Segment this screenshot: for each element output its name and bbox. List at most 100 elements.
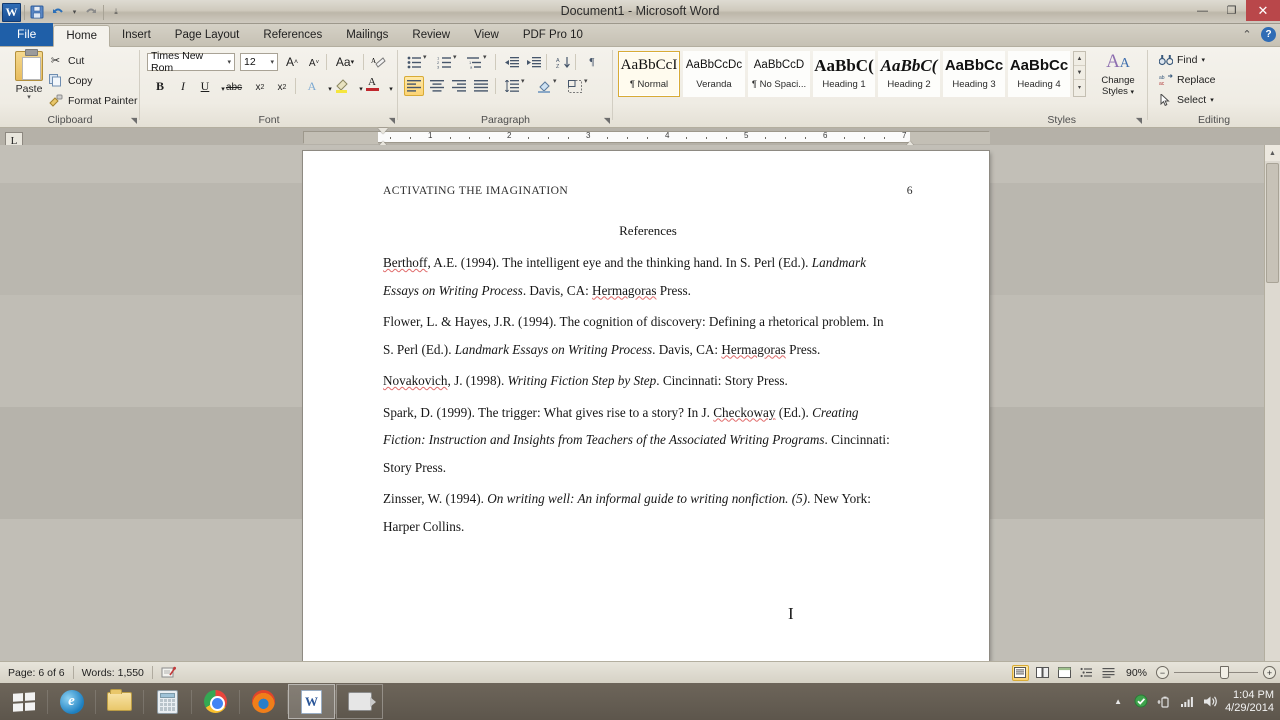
clear-formatting-icon[interactable]: A: [368, 52, 388, 72]
italic-icon[interactable]: I: [173, 76, 193, 96]
sort-icon[interactable]: AZ: [553, 52, 573, 72]
highlight-color-icon[interactable]: [332, 76, 352, 96]
proofing-errors-icon[interactable]: [153, 664, 185, 682]
document-body[interactable]: ACTIVATING THE IMAGINATION 6 References …: [383, 184, 913, 534]
zoom-in-button[interactable]: +: [1263, 666, 1276, 679]
collapse-ribbon-icon[interactable]: ⌃: [1239, 26, 1255, 42]
line-spacing-icon[interactable]: [502, 76, 522, 96]
decrease-indent-icon[interactable]: [502, 52, 522, 72]
style-veranda[interactable]: AaBbCcDc Veranda: [683, 51, 745, 97]
taskbar-mozilla-firefox[interactable]: [240, 684, 287, 719]
draft-view-button[interactable]: [1100, 665, 1117, 681]
paragraph-dialog-launcher[interactable]: ◥: [604, 116, 610, 125]
taskbar-calculator[interactable]: [144, 684, 191, 719]
style-normal[interactable]: AaBbCcI ¶ Normal: [618, 51, 680, 97]
paste-button[interactable]: Paste ▾: [8, 49, 50, 101]
find-button[interactable]: Find ▾: [1158, 52, 1205, 67]
zoom-slider-thumb[interactable]: [1220, 666, 1229, 679]
antivirus-icon[interactable]: [1133, 694, 1149, 710]
replace-button[interactable]: ab ac Replace: [1158, 72, 1216, 87]
strikethrough-icon[interactable]: abc: [224, 77, 244, 97]
multilevel-dropdown-icon[interactable]: ▾: [483, 53, 487, 61]
shrink-font-icon[interactable]: A ˅: [304, 53, 324, 73]
taskbar-google-chrome[interactable]: [192, 684, 239, 719]
windows-start-icon[interactable]: [0, 683, 47, 720]
bullets-icon[interactable]: [404, 52, 424, 72]
horizontal-ruler[interactable]: 1 2 3 4 5 6 7: [303, 128, 990, 152]
word-count[interactable]: Words: 1,550: [74, 664, 152, 682]
tab-page-layout[interactable]: Page Layout: [163, 25, 252, 46]
style-heading-4[interactable]: AaBbCc Heading 4: [1008, 51, 1070, 97]
grow-font-icon[interactable]: A ˄: [282, 52, 302, 72]
select-dropdown-icon[interactable]: ▾: [1210, 96, 1214, 104]
format-painter-button[interactable]: Format Painter: [48, 93, 137, 108]
tab-home[interactable]: Home: [53, 25, 111, 47]
full-screen-reading-view-button[interactable]: [1034, 665, 1051, 681]
superscript-icon[interactable]: x2: [272, 77, 292, 97]
tab-file[interactable]: File: [0, 23, 54, 46]
change-styles-button[interactable]: AA Change Styles ▾: [1095, 51, 1141, 98]
scroll-up-icon[interactable]: ▲: [1265, 145, 1280, 161]
scroll-down-icon[interactable]: ▼: [1074, 66, 1085, 80]
bullets-dropdown-icon[interactable]: ▾: [423, 53, 427, 61]
volume-icon[interactable]: [1202, 694, 1218, 710]
vertical-scrollbar[interactable]: ▲: [1264, 145, 1280, 661]
shading-dropdown-icon[interactable]: ▾: [553, 77, 557, 85]
tab-references[interactable]: References: [251, 25, 334, 46]
print-layout-view-button[interactable]: [1011, 664, 1029, 681]
tab-view[interactable]: View: [462, 25, 511, 46]
zoom-out-button[interactable]: −: [1156, 666, 1169, 679]
cut-button[interactable]: ✂ Cut: [48, 53, 84, 68]
underline-icon[interactable]: U: [195, 76, 215, 96]
show-hidden-icons-icon[interactable]: ▲: [1110, 694, 1126, 710]
tab-mailings[interactable]: Mailings: [334, 25, 400, 46]
change-case-icon[interactable]: Aa ▾: [332, 52, 358, 72]
scroll-up-icon[interactable]: ▲: [1074, 52, 1085, 66]
scrollbar-thumb[interactable]: [1266, 163, 1279, 283]
line-spacing-dropdown-icon[interactable]: ▾: [521, 77, 525, 85]
more-styles-icon[interactable]: ▾: [1074, 80, 1085, 94]
increase-indent-icon[interactable]: [524, 52, 544, 72]
zoom-level[interactable]: 90%: [1122, 667, 1151, 679]
taskbar-clock[interactable]: 1:04 PM 4/29/2014: [1225, 689, 1274, 715]
close-button[interactable]: ✕: [1246, 0, 1280, 21]
select-button[interactable]: Select ▾: [1158, 92, 1214, 107]
help-icon[interactable]: ?: [1261, 26, 1276, 42]
multilevel-list-icon[interactable]: 1a: [464, 52, 484, 72]
font-dialog-launcher[interactable]: ◥: [389, 116, 395, 125]
borders-icon[interactable]: [565, 76, 585, 96]
paste-dropdown-icon[interactable]: ▾: [8, 94, 50, 101]
style-heading-1[interactable]: AaBbC( Heading 1: [813, 51, 875, 97]
numbering-dropdown-icon[interactable]: ▾: [453, 53, 457, 61]
find-dropdown-icon[interactable]: ▾: [1201, 56, 1205, 64]
taskbar-microsoft-word[interactable]: W: [288, 684, 335, 719]
subscript-icon[interactable]: x2: [250, 77, 270, 97]
copy-button[interactable]: Copy: [48, 73, 93, 88]
taskbar-file-explorer[interactable]: [96, 684, 143, 719]
tab-pdf-pro-10[interactable]: PDF Pro 10: [511, 25, 595, 46]
document-page[interactable]: ACTIVATING THE IMAGINATION 6 References …: [303, 151, 989, 661]
style-heading-2[interactable]: AaBbC( Heading 2: [878, 51, 940, 97]
network-icon[interactable]: [1179, 694, 1195, 710]
style-heading-3[interactable]: AaBbCc Heading 3: [943, 51, 1005, 97]
taskbar-screen-recorder[interactable]: [336, 684, 383, 719]
numbering-icon[interactable]: 123: [434, 52, 454, 72]
outline-view-button[interactable]: [1078, 665, 1095, 681]
shading-icon[interactable]: [534, 76, 554, 96]
taskbar-internet-explorer[interactable]: e: [48, 684, 95, 719]
power-icon[interactable]: [1156, 694, 1172, 710]
borders-dropdown-icon[interactable]: ▾: [584, 77, 588, 85]
web-layout-view-button[interactable]: [1056, 665, 1073, 681]
minimize-button[interactable]: —: [1188, 0, 1217, 21]
text-effects-icon[interactable]: A: [302, 76, 322, 96]
align-left-icon[interactable]: [404, 76, 424, 96]
font-color-icon[interactable]: A: [362, 74, 382, 94]
maximize-button[interactable]: ❐: [1217, 0, 1246, 21]
tab-review[interactable]: Review: [400, 25, 462, 46]
align-center-icon[interactable]: [427, 76, 447, 96]
page-indicator[interactable]: Page: 6 of 6: [0, 664, 73, 682]
zoom-slider[interactable]: [1174, 666, 1258, 679]
justify-icon[interactable]: [471, 76, 491, 96]
align-right-icon[interactable]: [449, 76, 469, 96]
show-marks-icon[interactable]: ¶: [582, 52, 602, 72]
